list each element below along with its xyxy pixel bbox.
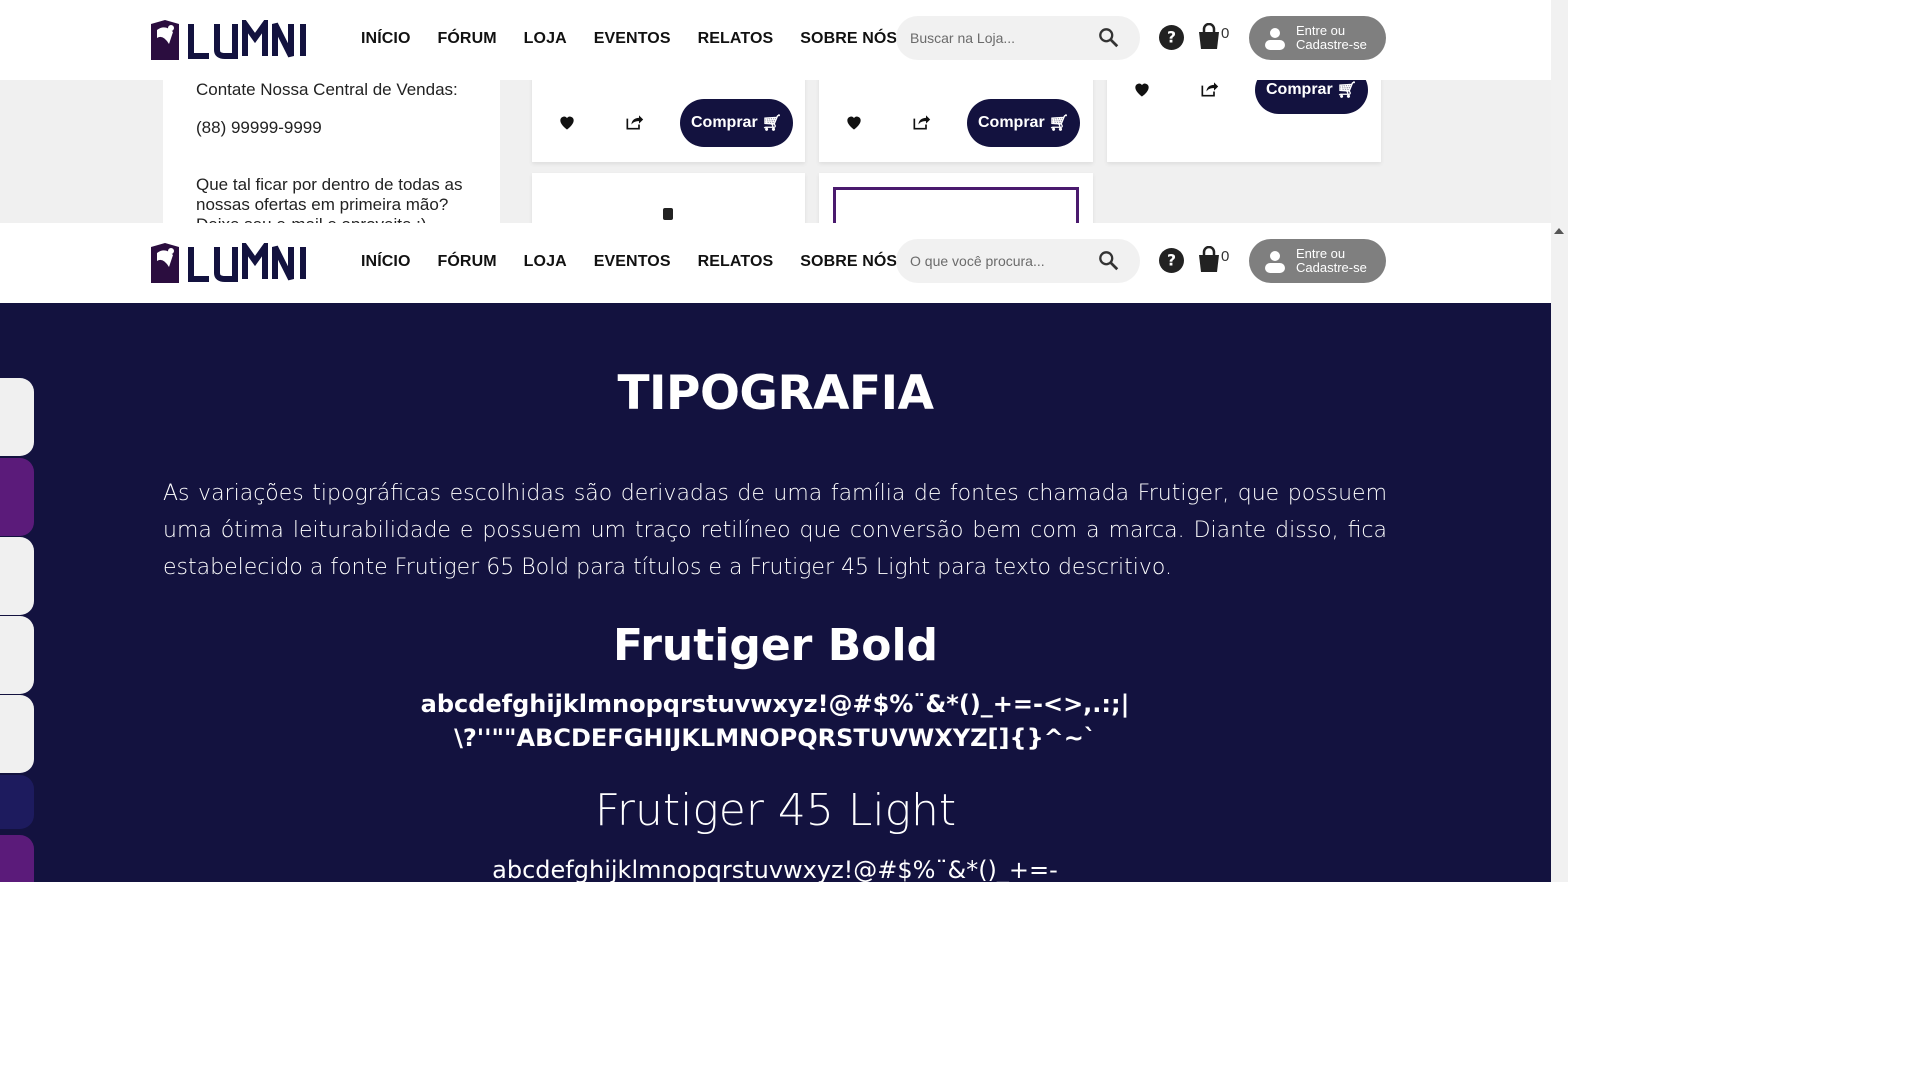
main-nav: INÍCIO FÓRUM LOJA EVENTOS RELATOS SOBRE … — [361, 253, 924, 271]
site-search — [896, 239, 1140, 283]
login-label: Entre ou Cadastre-se — [1296, 23, 1367, 52]
newsletter-line-3: Deixe seu e-mail e aproveite :) — [196, 215, 427, 223]
search-input[interactable] — [910, 250, 1090, 272]
product-image-frame — [833, 187, 1079, 223]
buy-button[interactable]: Comprar 🛒︎ — [680, 99, 793, 147]
search-input[interactable] — [910, 27, 1090, 49]
share-icon[interactable] — [1199, 79, 1219, 99]
page-title: TIPOGRAFIA — [617, 366, 934, 421]
nav-eventos[interactable]: EVENTOS — [594, 253, 671, 271]
nav-relatos[interactable]: RELATOS — [698, 253, 774, 271]
shopping-bag-icon[interactable] — [1197, 23, 1221, 49]
newsletter-line-2: nossas ofertas em primeira mão? — [196, 195, 449, 214]
nav-eventos[interactable]: EVENTOS — [594, 30, 671, 48]
svg-text:?: ? — [1167, 252, 1176, 270]
newsletter-line-1: Que tal ficar por dentro de todas as — [196, 175, 463, 194]
lumni-logo[interactable] — [151, 243, 308, 283]
nav-loja[interactable]: LOJA — [524, 30, 567, 48]
product-thumbnail — [663, 208, 673, 220]
side-tab[interactable] — [0, 537, 34, 615]
buy-button[interactable]: Comprar 🛒︎ — [967, 99, 1080, 147]
side-tab[interactable] — [0, 695, 34, 773]
nav-loja[interactable]: LOJA — [524, 253, 567, 271]
share-icon[interactable] — [911, 112, 931, 132]
scrollbar[interactable] — [1551, 0, 1568, 882]
side-tab[interactable] — [0, 835, 34, 882]
light-font-sample: abcdefghijklmnopqrstuvwxyz!@#$%¨&*()_+=- — [492, 856, 1058, 882]
nav-forum[interactable]: FÓRUM — [438, 30, 497, 48]
lumni-logo[interactable] — [151, 20, 308, 60]
shopping-bag-icon[interactable] — [1197, 246, 1221, 272]
nav-forum[interactable]: FÓRUM — [438, 253, 497, 271]
light-font-title: Frutiger 45 Light — [594, 785, 957, 836]
side-tab[interactable] — [0, 458, 34, 536]
heart-icon[interactable] — [557, 112, 577, 132]
search-icon[interactable] — [1098, 250, 1120, 272]
main-nav: INÍCIO FÓRUM LOJA EVENTOS RELATOS SOBRE … — [361, 30, 924, 48]
nav-inicio[interactable]: INÍCIO — [361, 253, 411, 271]
buy-label: Comprar — [691, 114, 758, 131]
cart-icon: 🛒︎ — [761, 115, 782, 132]
buy-label: Comprar — [978, 114, 1045, 131]
contact-card: Contate Nossa Central de Vendas: (88) 99… — [163, 80, 500, 223]
nav-relatos[interactable]: RELATOS — [698, 30, 774, 48]
nav-sobre-nos[interactable]: SOBRE NÓS — [800, 30, 897, 48]
login-label: Entre ou Cadastre-se — [1296, 246, 1367, 275]
heart-icon[interactable] — [844, 112, 864, 132]
bold-font-sample: abcdefghijklmnopqrstuvwxyz!@#$%¨&*()_+=-… — [420, 690, 1130, 752]
help-icon[interactable]: ? — [1159, 248, 1184, 273]
login-button[interactable]: Entre ou Cadastre-se — [1249, 16, 1386, 60]
cart-icon: 🛒︎ — [1336, 82, 1357, 99]
store-page-pane: Contate Nossa Central de Vendas: (88) 99… — [0, 0, 1551, 223]
cart-count: 0 — [1221, 25, 1230, 42]
cart-count: 0 — [1221, 248, 1230, 265]
user-icon — [1265, 28, 1285, 50]
help-icon[interactable]: ? — [1159, 25, 1184, 50]
search-icon[interactable] — [1098, 27, 1120, 49]
main-navbar: INÍCIO FÓRUM LOJA EVENTOS RELATOS SOBRE … — [0, 223, 1551, 303]
top-navbar: INÍCIO FÓRUM LOJA EVENTOS RELATOS SOBRE … — [0, 0, 1551, 80]
cart-icon: 🛒︎ — [1048, 115, 1069, 132]
share-icon[interactable] — [624, 112, 644, 132]
store-search — [896, 16, 1140, 60]
heart-icon[interactable] — [1132, 79, 1152, 99]
user-icon — [1265, 251, 1285, 273]
buy-label: Comprar — [1266, 81, 1333, 98]
nav-sobre-nos[interactable]: SOBRE NÓS — [800, 253, 897, 271]
login-button[interactable]: Entre ou Cadastre-se — [1249, 239, 1386, 283]
svg-text:?: ? — [1167, 29, 1176, 47]
bold-font-title: Frutiger Bold — [612, 620, 939, 671]
scroll-up-arrow-icon[interactable] — [1554, 227, 1564, 235]
nav-inicio[interactable]: INÍCIO — [361, 30, 411, 48]
typography-description: As variações tipográficas escolhidas são… — [163, 481, 1387, 580]
contact-heading: Contate Nossa Central de Vendas: — [196, 80, 458, 99]
typography-page-pane: INÍCIO FÓRUM LOJA EVENTOS RELATOS SOBRE … — [0, 223, 1551, 882]
product-card — [819, 173, 1093, 223]
product-card — [532, 173, 805, 223]
contact-phone: (88) 99999-9999 — [196, 118, 322, 137]
